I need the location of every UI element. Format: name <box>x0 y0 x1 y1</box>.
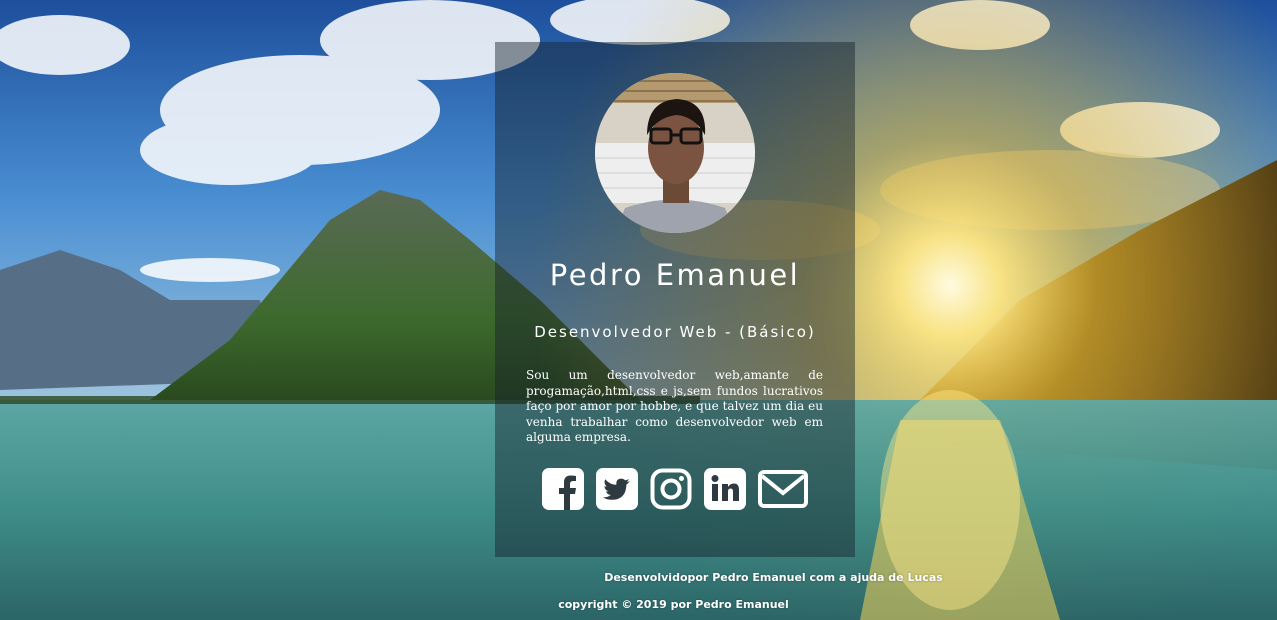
footer-credit: Desenvolvidopor Pedro Emanuel com a ajud… <box>604 571 943 584</box>
profile-photo <box>595 73 755 233</box>
page-background: Pedro Emanuel Desenvolvedor Web - (Básic… <box>0 0 1277 620</box>
profile-card: Pedro Emanuel Desenvolvedor Web - (Básic… <box>495 42 855 557</box>
footer-copyright: copyright © 2019 por Pedro Emanuel <box>558 598 789 611</box>
email-icon[interactable] <box>758 468 808 510</box>
facebook-icon[interactable] <box>542 468 584 510</box>
social-links <box>540 468 810 512</box>
profile-name: Pedro Emanuel <box>549 258 801 292</box>
profile-avatar <box>595 73 755 233</box>
linkedin-icon[interactable] <box>704 468 746 510</box>
profile-role: Desenvolvedor Web - (Básico) <box>534 323 816 341</box>
instagram-icon[interactable] <box>650 468 692 510</box>
twitter-icon[interactable] <box>596 468 638 510</box>
profile-bio: Sou um desenvolvedor web,amante de proga… <box>526 368 823 444</box>
